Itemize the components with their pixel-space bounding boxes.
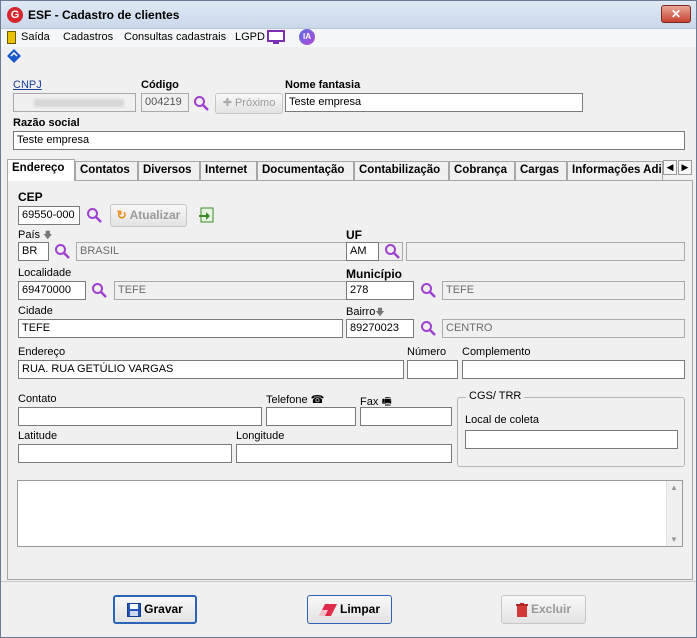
menu-cadastros[interactable]: Cadastros — [63, 31, 113, 43]
monitor-icon[interactable] — [267, 30, 285, 45]
observacoes-memo[interactable]: ▲ ▼ — [17, 480, 683, 547]
down-arrow-icon: 🡇 — [43, 230, 53, 240]
cep-label: CEP — [18, 190, 43, 204]
cgs-trr-group: CGS/ TRR Local de coleta — [457, 390, 685, 467]
tab-scroll-left-icon[interactable]: ◀ — [663, 160, 677, 175]
codigo-field[interactable]: 004219 — [141, 93, 189, 112]
numero-field[interactable] — [407, 360, 458, 379]
scroll-down-icon[interactable]: ▼ — [670, 535, 678, 544]
cnpj-link[interactable]: CNPJ — [13, 79, 42, 91]
bairro-search-icon[interactable] — [420, 320, 436, 336]
cidade-label: Cidade — [18, 305, 53, 317]
sync-diamond-icon[interactable] — [7, 49, 21, 63]
memo-scrollbar[interactable]: ▲ ▼ — [666, 481, 682, 546]
cnpj-redacted-value — [34, 99, 124, 107]
tab-contabilizacao[interactable]: Contabilização — [354, 161, 449, 180]
title-bar: G ESF - Cadastro de clientes ✕ — [1, 1, 696, 29]
codigo-label: Código — [141, 79, 179, 91]
uf-search-icon[interactable] — [384, 243, 400, 259]
menu-lgpd[interactable]: LGPD — [235, 31, 265, 43]
telefone-label: Telefone ☎ — [266, 394, 325, 406]
tab-cobranca[interactable]: Cobrança — [449, 161, 515, 180]
eraser-icon — [318, 603, 337, 616]
tab-internet[interactable]: Internet — [200, 161, 257, 180]
nome-fantasia-label: Nome fantasia — [285, 79, 361, 91]
tab-diversos[interactable]: Diversos — [138, 161, 200, 180]
app-logo-icon: G — [7, 7, 23, 23]
latitude-label: Latitude — [18, 430, 58, 442]
longitude-field[interactable] — [236, 444, 452, 463]
tab-bar: Endereço Contatos Diversos Internet Docu… — [7, 159, 693, 181]
cidade-field[interactable]: TEFE — [18, 319, 343, 338]
endereco-field[interactable]: RUA. RUA GETÚLIO VARGAS — [18, 360, 404, 379]
action-bar: Gravar Limpar Excluir — [1, 581, 696, 637]
uf-code-field[interactable]: AM — [346, 242, 379, 261]
menu-bar: Saída Cadastros Consultas cadastrais LGP… — [1, 29, 696, 47]
tab-contatos[interactable]: Contatos — [75, 161, 138, 180]
municipio-label: Município — [346, 267, 402, 281]
bairro-code-field[interactable]: 89270023 — [346, 319, 414, 338]
municipio-code-field[interactable]: 278 — [346, 281, 414, 300]
tab-cargas[interactable]: Cargas — [515, 161, 567, 180]
ia-assistant-icon[interactable]: IA — [299, 29, 315, 45]
endereco-panel: CEP 69550-000 ↻ Atualizar País 🡇 BR BRAS… — [7, 180, 693, 580]
trash-icon — [515, 602, 528, 617]
telephone-icon: ☎ — [310, 394, 325, 406]
municipio-search-icon[interactable] — [420, 282, 436, 298]
razao-social-field[interactable]: Teste empresa — [13, 131, 685, 150]
uf-name-field — [406, 242, 685, 261]
proximo-button[interactable]: ✚ Próximo — [215, 93, 283, 114]
tab-documentacao[interactable]: Documentação — [257, 161, 354, 180]
municipio-name-field: TEFE — [442, 281, 685, 300]
down-arrow-icon: 🡇 — [375, 307, 385, 317]
complemento-field[interactable] — [462, 360, 685, 379]
cep-search-icon[interactable] — [86, 207, 102, 223]
razao-social-label: Razão social — [13, 117, 80, 129]
numero-label: Número — [407, 346, 447, 358]
atualizar-button[interactable]: ↻ Atualizar — [110, 204, 187, 227]
refresh-icon: ↻ — [116, 208, 130, 222]
longitude-label: Longitude — [236, 430, 285, 442]
cep-field[interactable]: 69550-000 — [18, 206, 80, 225]
nome-fantasia-field[interactable]: Teste empresa — [285, 93, 583, 112]
contato-field[interactable] — [18, 407, 262, 426]
menu-consultas-cadastrais[interactable]: Consultas cadastrais — [124, 31, 226, 43]
limpar-button[interactable]: Limpar — [307, 595, 392, 624]
localidade-search-icon[interactable] — [91, 282, 107, 298]
excluir-button[interactable]: Excluir — [501, 595, 586, 624]
pais-search-icon[interactable] — [54, 243, 70, 259]
close-button[interactable]: ✕ — [661, 5, 691, 23]
telefone-field[interactable] — [266, 407, 356, 426]
uf-label: UF — [346, 228, 362, 242]
tab-informacoes-adicionais[interactable]: Informações Adi — [567, 161, 663, 180]
tab-scroll-right-icon[interactable]: ▶ — [678, 160, 692, 175]
codigo-search-icon[interactable] — [193, 95, 209, 111]
fax-field[interactable] — [360, 407, 452, 426]
bairro-name-field: CENTRO — [442, 319, 685, 338]
cnpj-field[interactable] — [13, 93, 136, 112]
exit-door-icon — [7, 31, 16, 44]
main-window: G ESF - Cadastro de clientes ✕ Saída Cad… — [0, 0, 697, 638]
gravar-button[interactable]: Gravar — [113, 595, 197, 624]
tab-endereco[interactable]: Endereço — [7, 159, 75, 181]
save-disk-icon — [127, 602, 142, 617]
local-coleta-label: Local de coleta — [465, 414, 539, 426]
pais-code-field[interactable]: BR — [18, 242, 49, 261]
plus-icon: ✚ — [222, 97, 235, 109]
cgs-trr-group-title: CGS/ TRR — [466, 390, 525, 402]
window-title: ESF - Cadastro de clientes — [28, 8, 180, 22]
localidade-code-field[interactable]: 69470000 — [18, 281, 86, 300]
menu-saida[interactable]: Saída — [21, 31, 50, 43]
latitude-field[interactable] — [18, 444, 232, 463]
complemento-label: Complemento — [462, 346, 531, 358]
endereco-label: Endereço — [18, 346, 66, 358]
import-sheet-icon[interactable] — [198, 207, 215, 224]
contato-label: Contato — [18, 393, 57, 405]
localidade-label: Localidade — [18, 267, 72, 279]
scroll-up-icon[interactable]: ▲ — [670, 483, 678, 492]
local-coleta-field[interactable] — [465, 430, 678, 449]
